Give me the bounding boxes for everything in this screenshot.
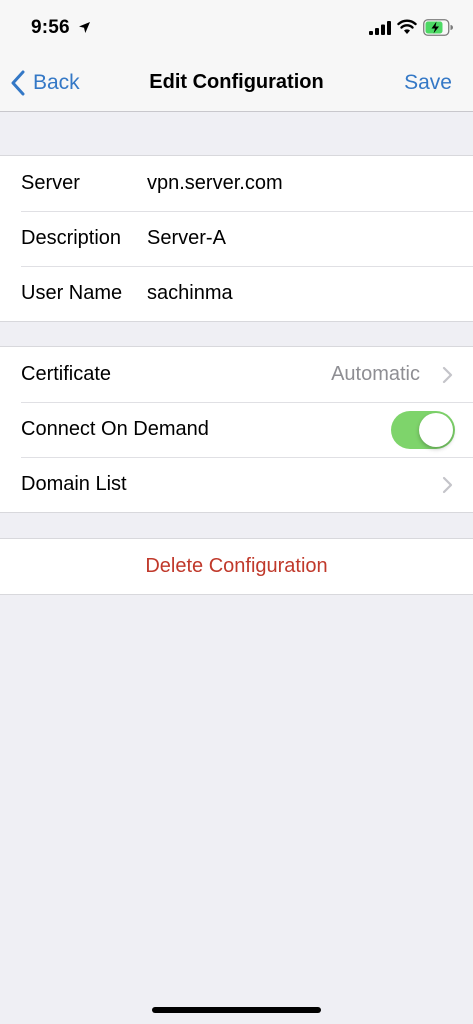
status-bar: 9:56 xyxy=(0,0,473,58)
delete-configuration-button[interactable]: Delete Configuration xyxy=(0,539,473,594)
server-field[interactable]: vpn.server.com xyxy=(147,172,283,195)
chevron-right-icon xyxy=(442,476,453,493)
domain-list-label: Domain List xyxy=(21,473,127,495)
description-label: Description xyxy=(21,227,122,249)
page-title: Edit Configuration xyxy=(149,71,324,93)
connect-on-demand-toggle[interactable] xyxy=(391,410,455,449)
description-row[interactable]: Description Server-A xyxy=(0,211,473,266)
home-indicator[interactable] xyxy=(152,1007,321,1013)
user-name-field[interactable]: sachinma xyxy=(147,282,233,305)
wifi-icon xyxy=(397,19,417,34)
domain-list-row[interactable]: Domain List xyxy=(0,457,473,512)
user-name-label: User Name xyxy=(21,282,123,304)
user-name-row[interactable]: User Name sachinma xyxy=(0,266,473,321)
server-label: Server xyxy=(21,172,80,194)
toggle-knob xyxy=(419,412,453,447)
connect-on-demand-label: Connect On Demand xyxy=(21,418,209,440)
navigation-bar: Back Edit Configuration Save xyxy=(0,58,473,112)
server-row[interactable]: Server vpn.server.com xyxy=(0,156,473,211)
save-button[interactable]: Save xyxy=(404,71,452,95)
description-field[interactable]: Server-A xyxy=(147,227,226,250)
status-time: 9:56 xyxy=(31,17,70,38)
account-settings-group: Server vpn.server.com Description Server… xyxy=(0,155,473,322)
options-group: Certificate Automatic Connect On Demand … xyxy=(0,346,473,513)
cellular-signal-icon xyxy=(369,21,391,35)
chevron-right-icon xyxy=(442,366,453,383)
delete-configuration-label: Delete Configuration xyxy=(145,555,328,577)
certificate-label: Certificate xyxy=(21,363,112,385)
connect-on-demand-row: Connect On Demand xyxy=(0,402,473,457)
certificate-value: Automatic xyxy=(331,363,420,385)
delete-group: Delete Configuration xyxy=(0,538,473,595)
location-arrow-icon xyxy=(79,22,90,33)
certificate-row[interactable]: Certificate Automatic xyxy=(0,347,473,402)
battery-charging-icon xyxy=(423,19,453,36)
